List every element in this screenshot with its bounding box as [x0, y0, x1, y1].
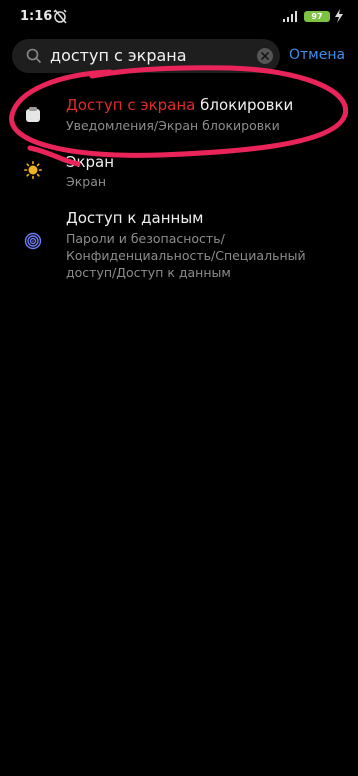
- search-bar[interactable]: доступ с экрана: [12, 39, 280, 73]
- result-item-screen[interactable]: Экран Экран: [0, 150, 358, 194]
- brightness-icon: [24, 161, 42, 179]
- status-time: 1:16: [20, 9, 53, 24]
- result-item-data-access[interactable]: Доступ к данным Пароли и безопасность/Ко…: [0, 206, 358, 282]
- battery-icon: 97: [304, 11, 330, 22]
- signal-icon: [283, 11, 297, 22]
- fingerprint-icon: [24, 232, 42, 250]
- battery-level: 97: [311, 12, 323, 21]
- close-icon: [261, 52, 269, 60]
- lock-screen-icon: [26, 107, 40, 122]
- cancel-button[interactable]: Отмена: [289, 47, 345, 63]
- charging-icon: [335, 9, 343, 23]
- alarm-off-icon: [53, 9, 67, 24]
- result-subtitle: Уведомления/Экран блокировки: [66, 118, 280, 133]
- result-title: Экран: [66, 153, 115, 171]
- search-icon: [26, 48, 42, 64]
- search-input[interactable]: доступ с экрана: [50, 46, 187, 65]
- result-title-highlight: Доступ с экрана: [66, 96, 196, 114]
- result-title: Доступ с экрана блокировки: [66, 96, 293, 114]
- result-title-rest: блокировки: [195, 96, 294, 114]
- result-item-lock-screen-access[interactable]: Доступ с экрана блокировки Уведомления/Э…: [0, 92, 358, 148]
- result-subtitle: Экран: [66, 174, 107, 189]
- status-bar: 1:16 97: [0, 0, 358, 34]
- clear-search-button[interactable]: [257, 48, 273, 64]
- result-title: Доступ к данным: [66, 209, 204, 227]
- result-subtitle: Пароли и безопасность/Конфиденциальность…: [66, 231, 306, 280]
